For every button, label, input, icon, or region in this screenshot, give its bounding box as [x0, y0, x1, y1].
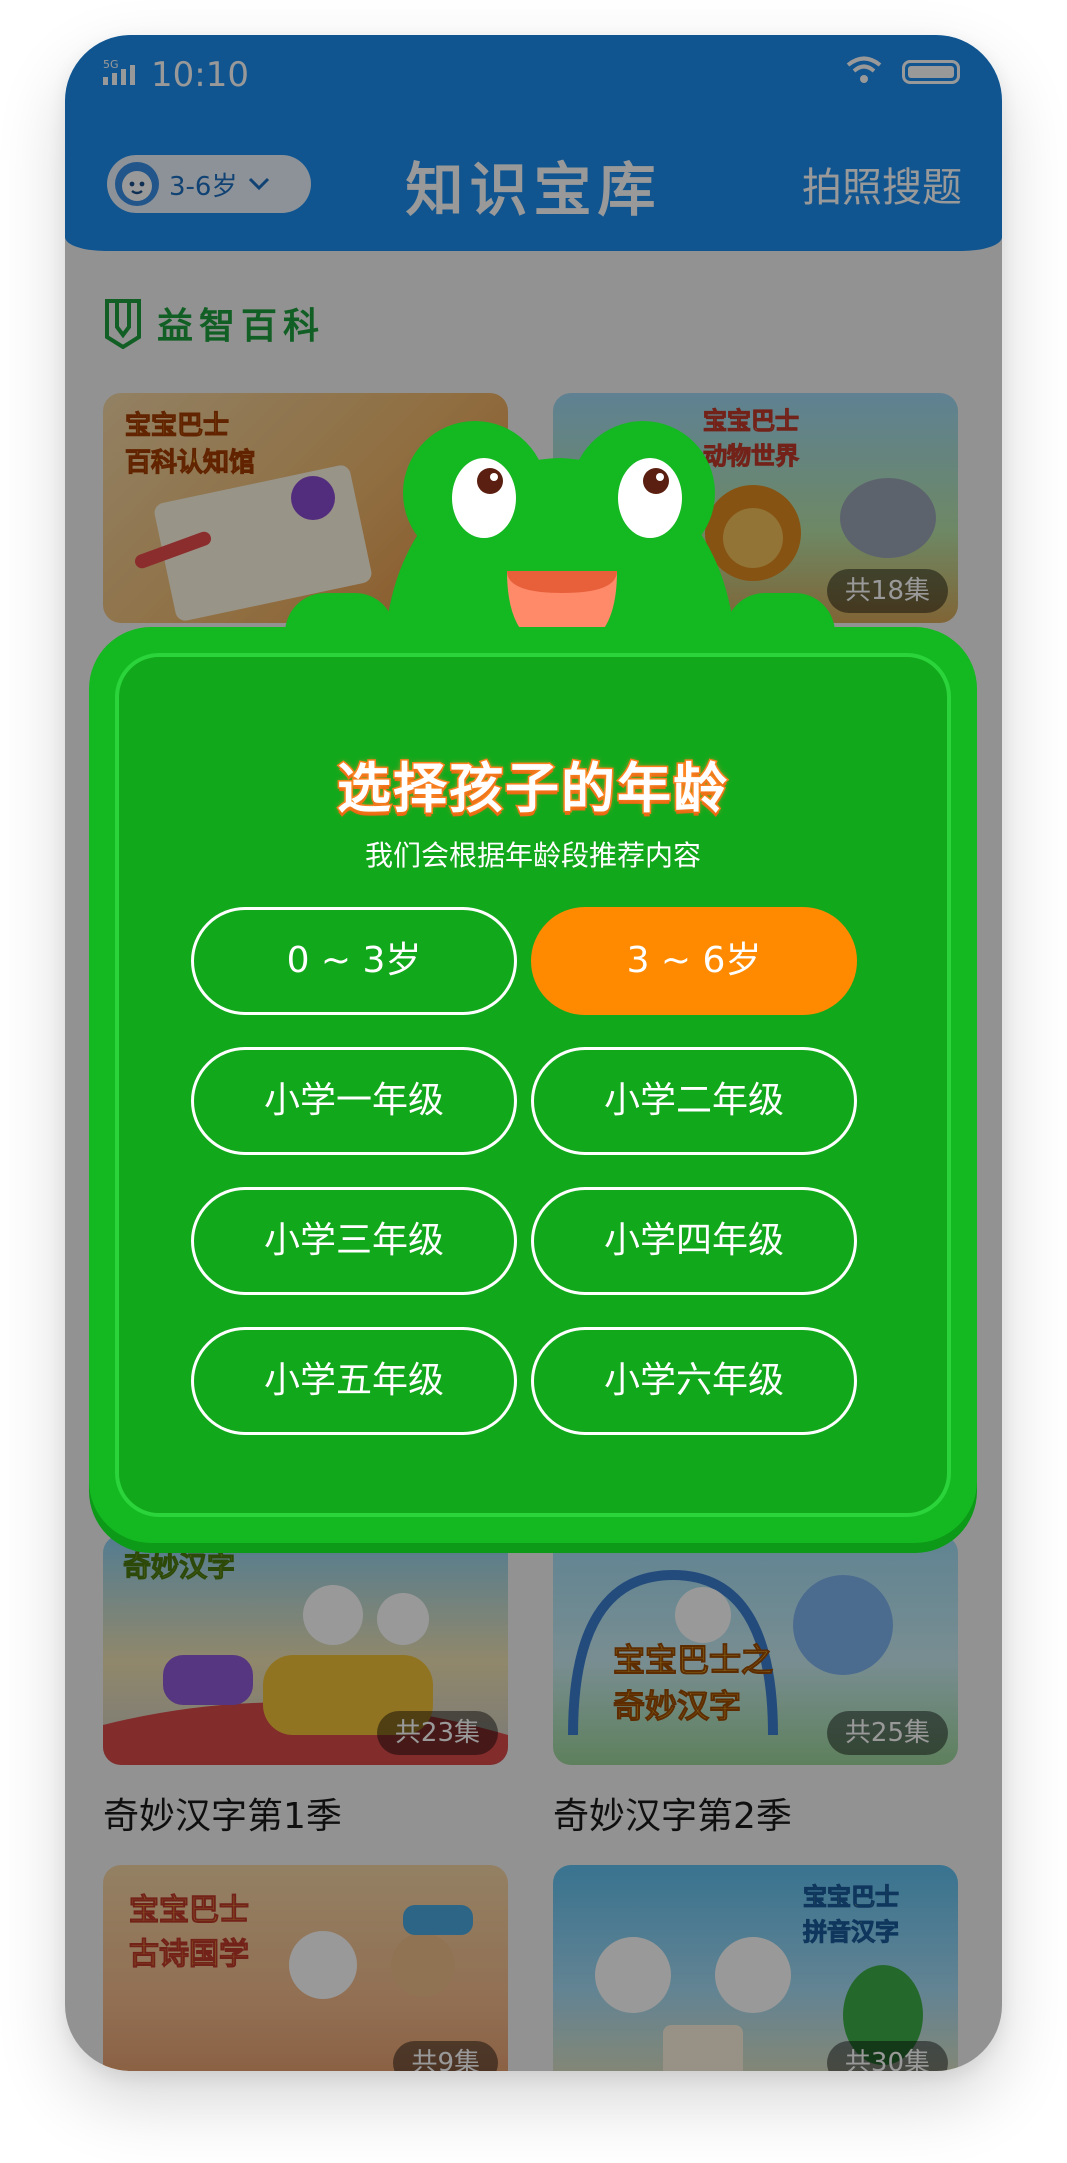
age-option-0-3[interactable]: 0 ~ 3岁 — [191, 907, 517, 1015]
age-option-grade-3[interactable]: 小学三年级 — [191, 1187, 517, 1295]
age-option-grade-5[interactable]: 小学五年级 — [191, 1327, 517, 1435]
age-option-grade-6[interactable]: 小学六年级 — [531, 1327, 857, 1435]
dialog-panel: 选择孩子的年龄 我们会根据年龄段推荐内容 0 ~ 3岁 3 ~ 6岁 小学一年级… — [115, 653, 951, 1517]
age-option-grade-4[interactable]: 小学四年级 — [531, 1187, 857, 1295]
dialog-subtitle: 我们会根据年龄段推荐内容 — [364, 839, 701, 872]
dialog-title: 选择孩子的年龄 — [336, 756, 729, 822]
phone-screen: 5G 10:10 3-6岁 知识宝库 拍照搜题 益智百科 宝宝巴士 百科认知馆 … — [65, 35, 1002, 2071]
age-option-grade-2[interactable]: 小学二年级 — [531, 1047, 857, 1155]
age-select-dialog: 选择孩子的年龄 我们会根据年龄段推荐内容 0 ~ 3岁 3 ~ 6岁 小学一年级… — [89, 627, 977, 1543]
age-option-grade-1[interactable]: 小学一年级 — [191, 1047, 517, 1155]
age-option-3-6[interactable]: 3 ~ 6岁 — [531, 907, 857, 1015]
